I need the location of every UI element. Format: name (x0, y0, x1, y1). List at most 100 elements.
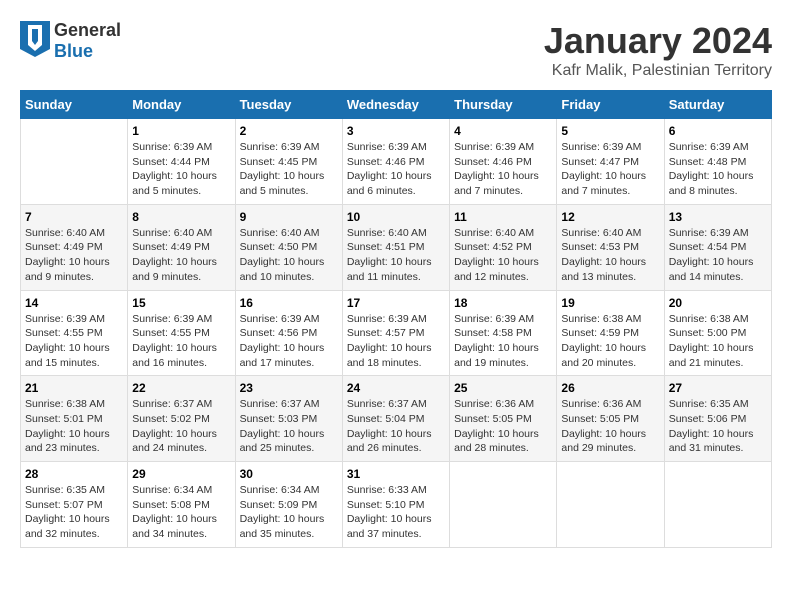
day-info: Sunrise: 6:34 AMSunset: 5:08 PMDaylight:… (132, 483, 230, 542)
day-info: Sunrise: 6:39 AMSunset: 4:47 PMDaylight:… (561, 140, 659, 199)
logo-icon (20, 21, 50, 62)
calendar-cell: 13 Sunrise: 6:39 AMSunset: 4:54 PMDayligh… (664, 204, 771, 290)
calendar-cell: 29 Sunrise: 6:34 AMSunset: 5:08 PMDayligh… (128, 462, 235, 548)
calendar-cell: 20 Sunrise: 6:38 AMSunset: 5:00 PMDayligh… (664, 290, 771, 376)
calendar-week-row: 21Sunrise: 6:38 AMSunset: 5:01 PMDayligh… (21, 376, 772, 462)
calendar-cell: 7 Sunrise: 6:40 AMSunset: 4:49 PMDaylight… (21, 204, 128, 290)
calendar-week-row: 28 Sunrise: 6:35 AMSunset: 5:07 PMDayligh… (21, 462, 772, 548)
calendar-cell: 6 Sunrise: 6:39 AMSunset: 4:48 PMDaylight… (664, 119, 771, 205)
calendar-cell: 30 Sunrise: 6:34 AMSunset: 5:09 PMDayligh… (235, 462, 342, 548)
day-info: Sunrise: 6:39 AMSunset: 4:57 PMDaylight:… (347, 312, 445, 371)
day-info: Sunrise: 6:38 AMSunset: 4:59 PMDaylight:… (561, 312, 659, 371)
day-info: Sunrise: 6:39 AMSunset: 4:46 PMDaylight:… (347, 140, 445, 199)
logo-blue: Blue (54, 41, 93, 61)
calendar-table: SundayMondayTuesdayWednesdayThursdayFrid… (20, 90, 772, 548)
calendar-cell: 31 Sunrise: 6:33 AMSunset: 5:10 PMDayligh… (342, 462, 449, 548)
day-number: 27 (669, 381, 767, 395)
calendar-cell: 16 Sunrise: 6:39 AMSunset: 4:56 PMDayligh… (235, 290, 342, 376)
day-info: Sunrise: 6:35 AMSunset: 5:07 PMDaylight:… (25, 483, 123, 542)
weekday-header-thursday: Thursday (450, 91, 557, 119)
day-number: 12 (561, 210, 659, 224)
day-info: Sunrise: 6:40 AMSunset: 4:50 PMDaylight:… (240, 226, 338, 285)
day-info: Sunrise: 6:39 AMSunset: 4:48 PMDaylight:… (669, 140, 767, 199)
day-number: 16 (240, 296, 338, 310)
calendar-cell: 27Sunrise: 6:35 AMSunset: 5:06 PMDayligh… (664, 376, 771, 462)
logo-general: General (54, 20, 121, 40)
day-number: 1 (132, 124, 230, 138)
calendar-cell: 24Sunrise: 6:37 AMSunset: 5:04 PMDayligh… (342, 376, 449, 462)
day-number: 19 (561, 296, 659, 310)
calendar-cell: 22 Sunrise: 6:37 AMSunset: 5:02 PMDayligh… (128, 376, 235, 462)
day-info: Sunrise: 6:33 AMSunset: 5:10 PMDaylight:… (347, 483, 445, 542)
day-number: 8 (132, 210, 230, 224)
calendar-cell: 9 Sunrise: 6:40 AMSunset: 4:50 PMDaylight… (235, 204, 342, 290)
day-info: Sunrise: 6:40 AMSunset: 4:52 PMDaylight:… (454, 226, 552, 285)
subtitle: Kafr Malik, Palestinian Territory (544, 62, 772, 80)
day-info: Sunrise: 6:40 AMSunset: 4:53 PMDaylight:… (561, 226, 659, 285)
calendar-cell: 19 Sunrise: 6:38 AMSunset: 4:59 PMDayligh… (557, 290, 664, 376)
day-info: Sunrise: 6:39 AMSunset: 4:54 PMDaylight:… (669, 226, 767, 285)
day-number: 22 (132, 381, 230, 395)
weekday-header-friday: Friday (557, 91, 664, 119)
logo-text: General Blue (54, 20, 121, 62)
day-number: 26 (561, 381, 659, 395)
day-info: Sunrise: 6:40 AMSunset: 4:51 PMDaylight:… (347, 226, 445, 285)
calendar-cell: 4 Sunrise: 6:39 AMSunset: 4:46 PMDaylight… (450, 119, 557, 205)
calendar-cell: 5 Sunrise: 6:39 AMSunset: 4:47 PMDaylight… (557, 119, 664, 205)
day-number: 10 (347, 210, 445, 224)
day-info: Sunrise: 6:39 AMSunset: 4:56 PMDaylight:… (240, 312, 338, 371)
calendar-cell: 3 Sunrise: 6:39 AMSunset: 4:46 PMDaylight… (342, 119, 449, 205)
calendar-cell (21, 119, 128, 205)
day-number: 29 (132, 467, 230, 481)
calendar-header-row: SundayMondayTuesdayWednesdayThursdayFrid… (21, 91, 772, 119)
day-number: 4 (454, 124, 552, 138)
day-info: Sunrise: 6:37 AMSunset: 5:02 PMDaylight:… (132, 397, 230, 456)
calendar-cell: 28 Sunrise: 6:35 AMSunset: 5:07 PMDayligh… (21, 462, 128, 548)
calendar-cell: 11 Sunrise: 6:40 AMSunset: 4:52 PMDayligh… (450, 204, 557, 290)
day-number: 18 (454, 296, 552, 310)
logo: General Blue (20, 20, 121, 62)
calendar-cell: 25 Sunrise: 6:36 AMSunset: 5:05 PMDayligh… (450, 376, 557, 462)
day-info: Sunrise: 6:36 AMSunset: 5:05 PMDaylight:… (561, 397, 659, 456)
weekday-header-monday: Monday (128, 91, 235, 119)
day-number: 5 (561, 124, 659, 138)
calendar-cell (557, 462, 664, 548)
calendar-cell (450, 462, 557, 548)
calendar-week-row: 14Sunrise: 6:39 AMSunset: 4:55 PMDayligh… (21, 290, 772, 376)
day-info: Sunrise: 6:39 AMSunset: 4:55 PMDaylight:… (132, 312, 230, 371)
page-header: General Blue January 2024 Kafr Malik, Pa… (20, 20, 772, 80)
day-info: Sunrise: 6:38 AMSunset: 5:01 PMDaylight:… (25, 397, 123, 456)
day-number: 11 (454, 210, 552, 224)
day-info: Sunrise: 6:39 AMSunset: 4:44 PMDaylight:… (132, 140, 230, 199)
day-info: Sunrise: 6:37 AMSunset: 5:04 PMDaylight:… (347, 397, 445, 456)
weekday-header-tuesday: Tuesday (235, 91, 342, 119)
day-number: 7 (25, 210, 123, 224)
day-info: Sunrise: 6:39 AMSunset: 4:55 PMDaylight:… (25, 312, 123, 371)
day-info: Sunrise: 6:36 AMSunset: 5:05 PMDaylight:… (454, 397, 552, 456)
day-info: Sunrise: 6:38 AMSunset: 5:00 PMDaylight:… (669, 312, 767, 371)
day-number: 6 (669, 124, 767, 138)
weekday-header-wednesday: Wednesday (342, 91, 449, 119)
calendar-cell (664, 462, 771, 548)
day-number: 3 (347, 124, 445, 138)
day-info: Sunrise: 6:40 AMSunset: 4:49 PMDaylight:… (25, 226, 123, 285)
calendar-week-row: 1 Sunrise: 6:39 AMSunset: 4:44 PMDaylight… (21, 119, 772, 205)
day-info: Sunrise: 6:34 AMSunset: 5:09 PMDaylight:… (240, 483, 338, 542)
day-number: 17 (347, 296, 445, 310)
day-number: 20 (669, 296, 767, 310)
day-number: 31 (347, 467, 445, 481)
calendar-cell: 14Sunrise: 6:39 AMSunset: 4:55 PMDayligh… (21, 290, 128, 376)
day-number: 25 (454, 381, 552, 395)
weekday-header-sunday: Sunday (21, 91, 128, 119)
calendar-cell: 15Sunrise: 6:39 AMSunset: 4:55 PMDayligh… (128, 290, 235, 376)
calendar-cell: 2Sunrise: 6:39 AMSunset: 4:45 PMDaylight… (235, 119, 342, 205)
day-number: 30 (240, 467, 338, 481)
day-number: 9 (240, 210, 338, 224)
day-info: Sunrise: 6:39 AMSunset: 4:46 PMDaylight:… (454, 140, 552, 199)
calendar-cell: 12 Sunrise: 6:40 AMSunset: 4:53 PMDayligh… (557, 204, 664, 290)
day-number: 28 (25, 467, 123, 481)
day-info: Sunrise: 6:37 AMSunset: 5:03 PMDaylight:… (240, 397, 338, 456)
calendar-cell: 1 Sunrise: 6:39 AMSunset: 4:44 PMDaylight… (128, 119, 235, 205)
day-number: 13 (669, 210, 767, 224)
weekday-header-saturday: Saturday (664, 91, 771, 119)
